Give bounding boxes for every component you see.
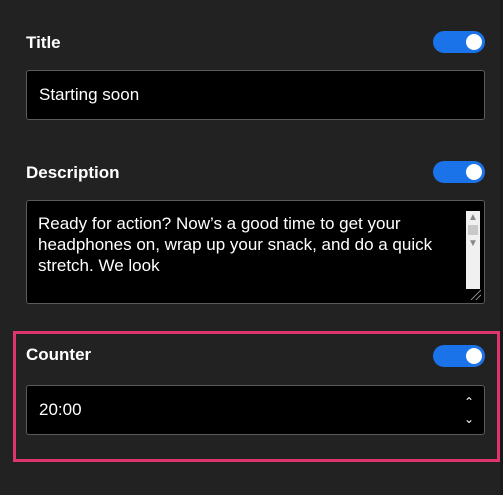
description-section: Description Ready for action? Now’s a go… <box>26 161 485 306</box>
scroll-thumb[interactable] <box>468 225 478 235</box>
counter-label: Counter <box>26 345 92 364</box>
toggle-knob <box>466 164 482 180</box>
chevron-down-icon[interactable]: ▼ <box>466 237 480 251</box>
resize-grip-icon[interactable] <box>471 290 481 300</box>
description-textarea[interactable]: Ready for action? Now’s a good time to g… <box>26 200 485 304</box>
title-input-value: Starting soon <box>39 85 140 104</box>
title-section: Title Starting soon <box>26 31 485 121</box>
description-scrollbar[interactable]: ▲ ▼ <box>466 211 480 289</box>
title-label: Title <box>26 33 61 52</box>
title-toggle[interactable] <box>433 31 485 53</box>
chevron-up-icon[interactable]: ▲ <box>466 211 480 225</box>
spinner-down-icon[interactable]: ⌄ <box>462 411 476 428</box>
counter-input[interactable]: 20:00 ⌃ ⌄ <box>26 385 485 435</box>
counter-section: Counter 20:00 ⌃ ⌄ <box>26 343 485 438</box>
counter-toggle[interactable] <box>433 345 485 367</box>
description-toggle[interactable] <box>433 161 485 183</box>
toggle-knob <box>466 34 482 50</box>
description-text: Ready for action? Now’s a good time to g… <box>38 214 433 275</box>
toggle-knob <box>466 348 482 364</box>
spinner-up-icon[interactable]: ⌃ <box>462 394 476 411</box>
spinner-arrows-icon[interactable]: ⌃ ⌄ <box>462 394 476 428</box>
counter-input-value: 20:00 <box>39 400 82 419</box>
title-input[interactable]: Starting soon <box>26 70 485 120</box>
description-label: Description <box>26 163 120 182</box>
settings-panel: Title Starting soon Description Ready fo… <box>0 0 503 495</box>
